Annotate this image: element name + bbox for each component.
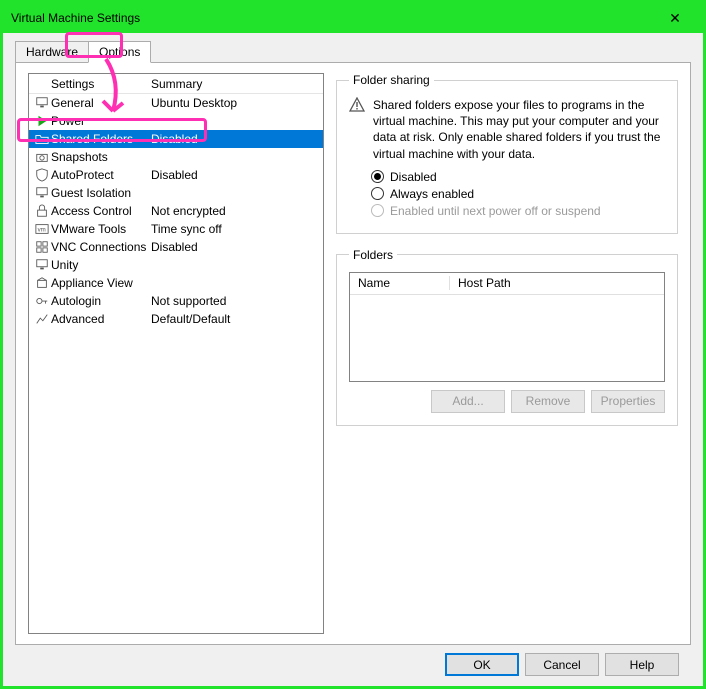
folder-icon xyxy=(33,132,51,146)
folders-group: Folders Name Host Path Add... Remove Pro… xyxy=(336,248,678,426)
col-host-path: Host Path xyxy=(450,276,664,290)
list-item-shared-folders[interactable]: Shared FoldersDisabled xyxy=(29,130,323,148)
folders-table-header: Name Host Path xyxy=(350,273,664,295)
item-name: Snapshots xyxy=(51,150,151,164)
play-icon xyxy=(33,114,51,128)
folder-sharing-group: Folder sharing Shared folders expose you… xyxy=(336,73,678,234)
folders-table[interactable]: Name Host Path xyxy=(349,272,665,382)
item-name: Guest Isolation xyxy=(51,186,151,200)
list-item-access-control[interactable]: Access ControlNot encrypted xyxy=(29,202,323,220)
properties-button: Properties xyxy=(591,390,665,413)
cancel-button[interactable]: Cancel xyxy=(525,653,599,676)
monitor-icon xyxy=(33,96,51,110)
monitor-icon xyxy=(33,186,51,200)
item-name: Power xyxy=(51,114,151,128)
list-item-vnc-connections[interactable]: VNC ConnectionsDisabled xyxy=(29,238,323,256)
list-item-autologin[interactable]: AutologinNot supported xyxy=(29,292,323,310)
item-summary: Ubuntu Desktop xyxy=(151,96,323,110)
folders-legend: Folders xyxy=(349,248,397,262)
radio-icon xyxy=(371,187,384,200)
tab-options[interactable]: Options xyxy=(88,41,151,63)
monitor-icon xyxy=(33,258,51,272)
list-item-unity[interactable]: Unity xyxy=(29,256,323,274)
list-header: Settings Summary xyxy=(29,74,323,94)
item-name: Autologin xyxy=(51,294,151,308)
list-item-snapshots[interactable]: Snapshots xyxy=(29,148,323,166)
warning-icon xyxy=(349,97,365,162)
item-name: Unity xyxy=(51,258,151,272)
vm-icon: vm xyxy=(33,222,51,236)
vm-settings-window: Virtual Machine Settings ✕ Hardware Opti… xyxy=(0,0,706,689)
item-summary: Not encrypted xyxy=(151,204,323,218)
item-summary: Default/Default xyxy=(151,312,323,326)
camera-icon xyxy=(33,150,51,164)
item-summary: Disabled xyxy=(151,168,323,182)
item-name: AutoProtect xyxy=(51,168,151,182)
item-summary: Disabled xyxy=(151,240,323,254)
list-item-power[interactable]: Power xyxy=(29,112,323,130)
settings-list[interactable]: Settings Summary GeneralUbuntu DesktopPo… xyxy=(28,73,324,634)
close-icon[interactable]: ✕ xyxy=(655,10,695,27)
item-name: VMware Tools xyxy=(51,222,151,236)
warning-text: Shared folders expose your files to prog… xyxy=(373,97,665,162)
item-name: Shared Folders xyxy=(51,132,151,146)
item-summary: Disabled xyxy=(151,132,323,146)
radio-icon xyxy=(371,170,384,183)
box-icon xyxy=(33,276,51,290)
radio-disabled[interactable]: Disabled xyxy=(371,170,665,184)
radio-until-suspend: Enabled until next power off or suspend xyxy=(371,204,665,218)
list-item-vmware-tools[interactable]: vm VMware ToolsTime sync off xyxy=(29,220,323,238)
lock-icon xyxy=(33,204,51,218)
list-item-appliance-view[interactable]: Appliance View xyxy=(29,274,323,292)
chart-icon xyxy=(33,312,51,326)
header-summary: Summary xyxy=(151,77,323,91)
item-name: Access Control xyxy=(51,204,151,218)
ok-button[interactable]: OK xyxy=(445,653,519,676)
grid-icon xyxy=(33,240,51,254)
shield-icon xyxy=(33,168,51,182)
folder-sharing-legend: Folder sharing xyxy=(349,73,434,87)
help-button[interactable]: Help xyxy=(605,653,679,676)
header-settings: Settings xyxy=(51,77,151,91)
item-name: Appliance View xyxy=(51,276,151,290)
list-item-autoprotect[interactable]: AutoProtectDisabled xyxy=(29,166,323,184)
radio-always[interactable]: Always enabled xyxy=(371,187,665,201)
item-name: Advanced xyxy=(51,312,151,326)
item-summary: Time sync off xyxy=(151,222,323,236)
list-item-general[interactable]: GeneralUbuntu Desktop xyxy=(29,94,323,112)
item-name: General xyxy=(51,96,151,110)
list-item-guest-isolation[interactable]: Guest Isolation xyxy=(29,184,323,202)
tab-hardware[interactable]: Hardware xyxy=(15,41,89,63)
tab-bar: Hardware Options xyxy=(15,41,691,63)
list-item-advanced[interactable]: AdvancedDefault/Default xyxy=(29,310,323,328)
col-name: Name xyxy=(350,276,450,290)
radio-icon xyxy=(371,204,384,217)
item-name: VNC Connections xyxy=(51,240,151,254)
item-summary: Not supported xyxy=(151,294,323,308)
remove-button: Remove xyxy=(511,390,585,413)
window-title: Virtual Machine Settings xyxy=(11,11,655,25)
dialog-footer: OK Cancel Help xyxy=(15,645,691,676)
add-button: Add... xyxy=(431,390,505,413)
titlebar: Virtual Machine Settings ✕ xyxy=(3,3,703,33)
key-icon xyxy=(33,294,51,308)
svg-text:vm: vm xyxy=(38,227,46,234)
